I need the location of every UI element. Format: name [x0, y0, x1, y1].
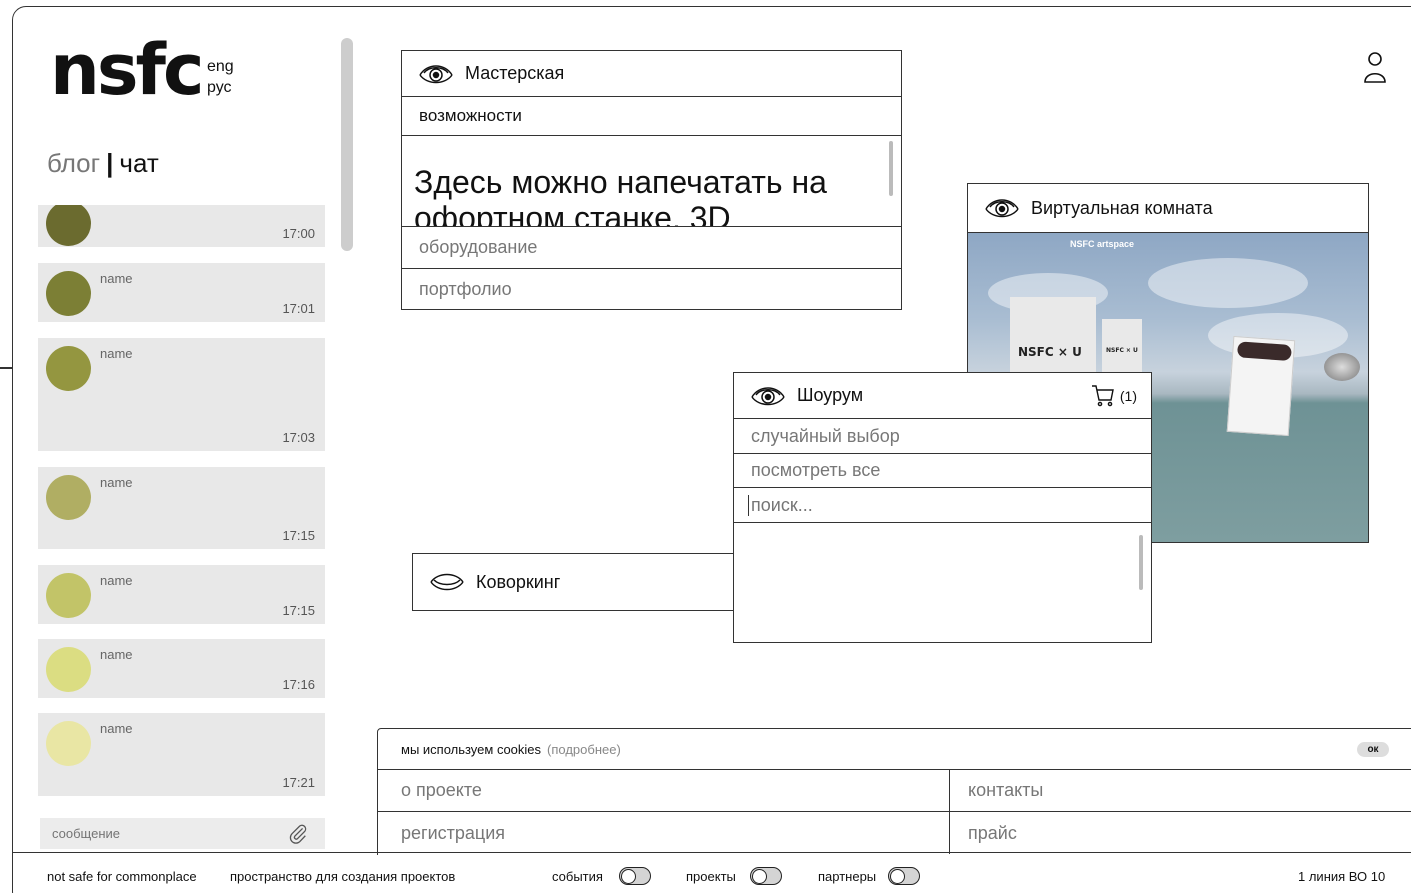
exhibit-panel-small-label: NSFC × U: [1106, 347, 1138, 354]
coworking-header: Коворкинг: [413, 554, 734, 610]
message-author: name: [100, 573, 133, 588]
message-time: 17:15: [282, 528, 315, 543]
message-time: 17:00: [282, 226, 315, 241]
eye-icon[interactable]: [419, 62, 453, 86]
chat-message[interactable]: name 17:01: [38, 263, 325, 322]
scene-label: NSFC artspace: [1070, 239, 1135, 249]
chat-scrollbar[interactable]: [341, 38, 353, 251]
registration-link[interactable]: регистрация: [378, 812, 950, 854]
message-author: name: [100, 271, 133, 286]
chat-list[interactable]: name 17:00 name 17:01 name 17:03 name 17…: [38, 205, 325, 810]
message-author: name: [100, 647, 133, 662]
chat-message[interactable]: name 17:03: [38, 338, 325, 451]
workshop-header: Мастерская: [402, 51, 901, 97]
cookie-text: мы используем cookies: [401, 741, 542, 757]
projects-toggle[interactable]: [750, 867, 782, 885]
virtual-room-title: Виртуальная комната: [1031, 197, 1213, 218]
workshop-scrollbar[interactable]: [889, 141, 893, 196]
eye-closed-icon[interactable]: [430, 570, 464, 594]
frame-tick: [0, 367, 12, 369]
partners-label: партнеры: [818, 869, 877, 884]
coworking-window: Коворкинг: [412, 553, 734, 611]
lang-eng-link[interactable]: eng: [207, 56, 234, 77]
showroom-search: [734, 488, 1151, 523]
cookie-more-link[interactable]: (подробнее): [547, 742, 621, 757]
address: 1 линия ВО 10: [1298, 869, 1386, 884]
avatar: [46, 647, 91, 692]
footer-links: о проекте контакты регистрация прайс: [377, 770, 1411, 855]
events-label: события: [552, 869, 603, 884]
cart-count: (1): [1119, 388, 1137, 404]
cart-button[interactable]: (1): [1090, 383, 1137, 409]
avatar: [46, 573, 91, 618]
language-switcher: eng рус: [207, 56, 234, 98]
message-time: 17:15: [282, 603, 315, 618]
chat-message[interactable]: name 17:15: [38, 467, 325, 549]
chat-message[interactable]: name 17:21: [38, 713, 325, 796]
workshop-window: Мастерская возможности Здесь можно напеч…: [401, 50, 902, 310]
avatar: [46, 475, 91, 520]
tab-portfolio[interactable]: портфолио: [402, 269, 901, 310]
showroom-window: Шоурум (1) случайный выбор посмотреть вс…: [733, 372, 1152, 643]
avatar: [46, 346, 91, 391]
cart-icon: [1091, 385, 1114, 407]
message-input[interactable]: [40, 818, 325, 849]
chat-message[interactable]: name 17:00: [38, 205, 325, 247]
exhibit-panel[interactable]: NSFC × U: [1010, 297, 1096, 375]
price-link[interactable]: прайс: [950, 812, 1411, 854]
logo[interactable]: nsfc: [50, 30, 204, 110]
projects-label: проекты: [686, 869, 736, 884]
cookie-ok-button[interactable]: ок: [1357, 742, 1389, 757]
contacts-link[interactable]: контакты: [950, 770, 1411, 812]
view-all-button[interactable]: посмотреть все: [734, 454, 1151, 488]
poster-logo: [1236, 341, 1292, 362]
workshop-title: Мастерская: [465, 63, 565, 83]
message-time: 17:01: [282, 301, 315, 316]
avatar: [46, 205, 91, 246]
exhibit-sphere[interactable]: [1324, 353, 1360, 381]
avatar: [46, 271, 91, 316]
eye-icon[interactable]: [985, 196, 1019, 220]
site-description: пространство для создания проектов: [230, 869, 456, 884]
cookie-banner: мы используем cookies (подробнее) ок: [377, 728, 1411, 770]
tab-chat[interactable]: чат: [119, 148, 158, 178]
chat-message[interactable]: name 17:16: [38, 639, 325, 698]
coworking-title: Коворкинг: [476, 571, 561, 592]
message-time: 17:16: [282, 677, 315, 692]
message-time: 17:03: [282, 430, 315, 445]
showroom-title: Шоурум: [797, 385, 864, 405]
tab-equipment[interactable]: оборудование: [402, 227, 901, 269]
message-author: name: [100, 346, 133, 361]
message-time: 17:21: [282, 775, 315, 790]
events-toggle[interactable]: [619, 867, 651, 885]
lang-rus-link[interactable]: рус: [207, 77, 234, 98]
sidebar-tabs: блог | чат: [47, 148, 159, 178]
showroom-search-input[interactable]: [748, 494, 1128, 516]
showroom-header: Шоурум (1): [734, 373, 1151, 419]
tab-features[interactable]: возможности: [402, 97, 901, 136]
bottom-bar: not safe for commonplace пространство дл…: [12, 852, 1411, 893]
workshop-content-text: Здесь можно напечатать на офортном станк…: [414, 164, 827, 227]
message-author: name: [100, 475, 133, 490]
partners-toggle[interactable]: [888, 867, 920, 885]
workshop-content[interactable]: Здесь можно напечатать на офортном станк…: [402, 136, 901, 227]
virtual-room-header: Виртуальная комната: [968, 184, 1368, 233]
showroom-results[interactable]: [734, 523, 1151, 641]
tab-separator: |: [106, 148, 114, 178]
exhibit-panel-small[interactable]: NSFC × U: [1102, 319, 1142, 375]
avatar: [46, 721, 91, 766]
showroom-scrollbar[interactable]: [1139, 535, 1143, 590]
random-pick-button[interactable]: случайный выбор: [734, 419, 1151, 454]
paperclip-icon[interactable]: [287, 822, 309, 844]
about-link[interactable]: о проекте: [378, 770, 950, 812]
eye-icon[interactable]: [751, 384, 785, 408]
chat-message[interactable]: name 17:15: [38, 565, 325, 624]
exhibit-poster[interactable]: [1226, 335, 1296, 437]
message-author: name: [100, 721, 133, 736]
tab-blog[interactable]: блог: [47, 148, 100, 178]
cloud: [1148, 258, 1308, 308]
exhibit-panel-label: NSFC × U: [1018, 345, 1082, 359]
tagline: not safe for commonplace: [47, 869, 197, 884]
user-icon[interactable]: [1362, 50, 1388, 84]
